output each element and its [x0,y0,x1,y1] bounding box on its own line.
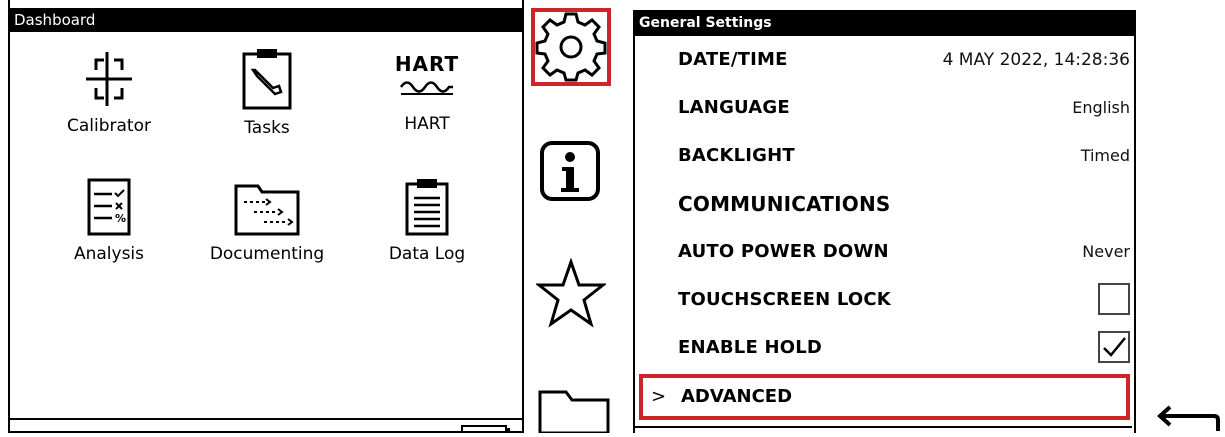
folder-button[interactable] [536,388,610,437]
setting-value: 4 MAY 2022, 14:28:36 [942,50,1130,70]
documenting-folder-icon [234,184,300,236]
setting-row-enable-hold: ENABLE HOLD [635,324,1134,372]
info-icon [540,141,600,201]
setting-value: English [1072,98,1130,117]
setting-label: ENABLE HOLD [678,337,823,358]
chevron-right-icon: > [651,386,667,407]
setting-label: COMMUNICATIONS [678,192,891,216]
app-tasks[interactable]: Tasks [192,46,342,138]
dashboard-panel: Dashboard Calibrator Tasks HART HART % A… [8,0,524,433]
general-settings-title: General Settings [633,10,1136,36]
app-calibrator[interactable]: Calibrator [34,48,184,136]
clipboard-wrench-icon [242,49,292,110]
analysis-list-icon: % [87,178,131,236]
crosshair-calibrator-icon [86,52,132,106]
app-label: Tasks [244,118,290,138]
setting-row-auto-power-down[interactable]: AUTO POWER DOWN Never [635,228,1134,276]
settings-gear-icon [535,12,607,82]
advanced-row[interactable]: > ADVANCED [639,374,1130,420]
general-settings-panel: General Settings DATE/TIME 4 MAY 2022, 1… [633,0,1136,433]
app-data-log[interactable]: Data Log [352,176,502,264]
side-navigation [524,0,620,435]
svg-text:%: % [115,212,126,225]
setting-label: LANGUAGE [678,97,790,118]
setting-row-communications[interactable]: COMMUNICATIONS [635,180,1134,228]
advanced-label: ADVANCED [681,386,793,407]
back-arrow-icon[interactable] [1148,404,1222,433]
dashboard-title: Dashboard [10,8,524,32]
app-hart[interactable]: HART HART [352,52,502,134]
settings-button[interactable] [531,8,611,86]
info-button[interactable] [539,140,601,206]
app-label: Calibrator [67,116,151,136]
setting-label: BACKLIGHT [678,145,795,166]
touchscreen-lock-checkbox[interactable] [1098,283,1130,315]
app-label: HART [404,114,450,134]
favorites-star-icon [534,257,608,328]
app-label: Analysis [73,244,145,264]
setting-row-backlight[interactable]: BACKLIGHT Timed [635,132,1134,180]
setting-value: Timed [1080,146,1130,165]
app-analysis[interactable]: % Analysis [34,176,184,264]
app-documenting[interactable]: Documenting [192,178,342,264]
setting-value: Never [1082,242,1130,261]
setting-row-touchscreen-lock: TOUCHSCREEN LOCK [635,276,1134,324]
setting-label: AUTO POWER DOWN [678,241,889,262]
setting-label: TOUCHSCREEN LOCK [678,289,891,310]
battery-icon [461,425,510,433]
data-log-clipboard-icon [405,179,449,236]
dashboard-bottom-bar [10,418,524,420]
setting-row-language[interactable]: LANGUAGE English [635,84,1134,132]
hart-logo-text: HART [394,52,460,76]
settings-bottom-edge [633,426,1132,435]
hart-wave-icon: HART [352,52,502,112]
app-label: Data Log [388,244,466,264]
favorites-button[interactable] [534,257,608,334]
folder-icon [538,390,610,435]
setting-label: DATE/TIME [678,49,788,70]
setting-row-date-time[interactable]: DATE/TIME 4 MAY 2022, 14:28:36 [635,36,1134,84]
checkmark-icon [1103,337,1126,357]
enable-hold-checkbox[interactable] [1098,331,1130,363]
app-label: Documenting [209,244,325,264]
